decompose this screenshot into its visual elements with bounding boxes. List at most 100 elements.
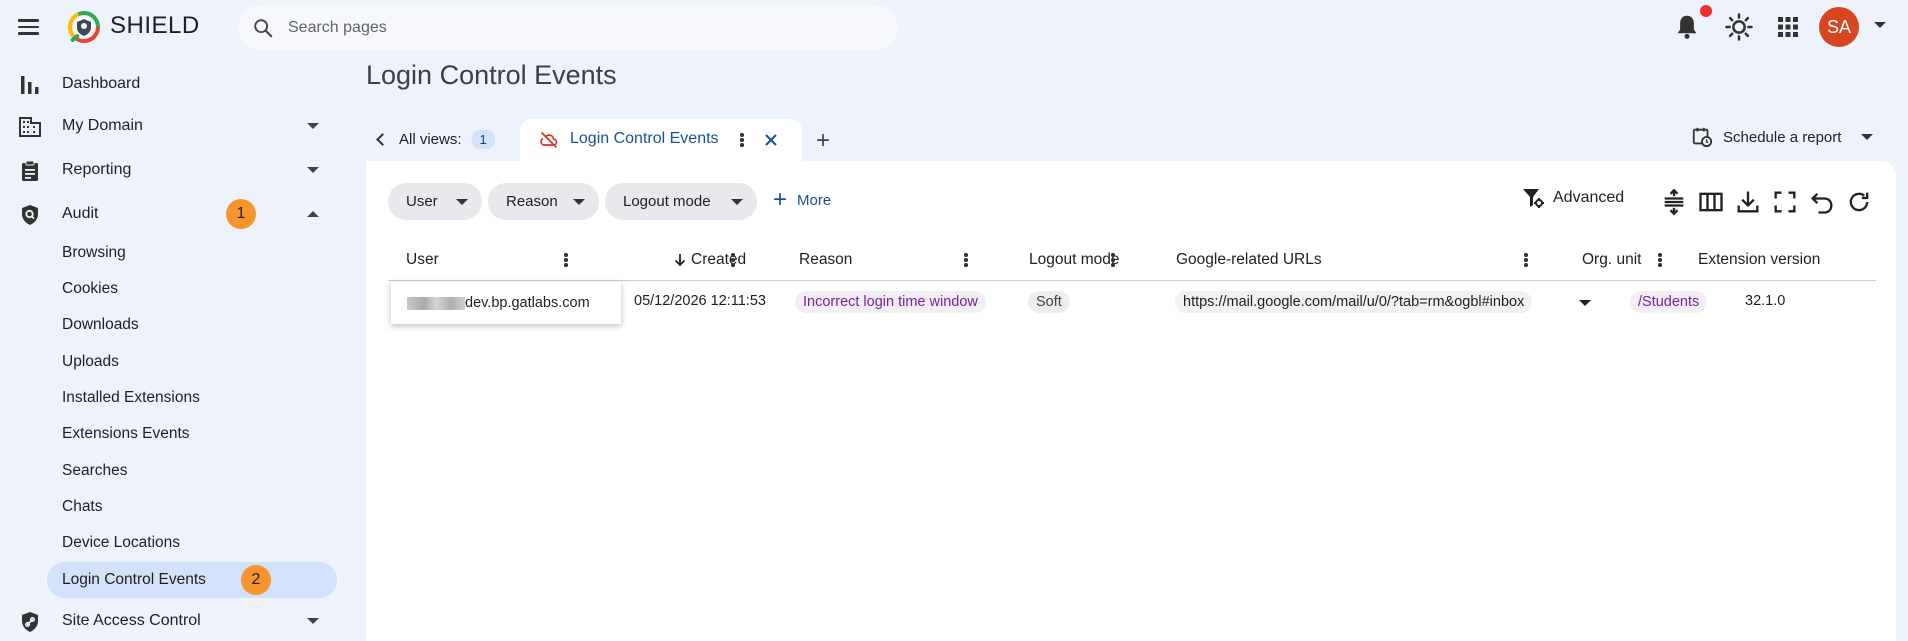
filter-user[interactable]: User — [388, 183, 482, 220]
search-bar[interactable] — [238, 5, 898, 50]
column-menu-icon[interactable] — [1111, 253, 1115, 267]
app-brand: SHIELD — [110, 12, 200, 39]
user-email-domain: dev.bp.gatlabs.com — [465, 295, 590, 311]
chevron-down-icon — [456, 199, 468, 205]
col-header-extension-version[interactable]: Extension version — [1698, 251, 1820, 269]
sidebar-subitem-uploads[interactable]: Uploads — [47, 344, 337, 380]
tab-login-control-events[interactable]: Login Control Events — [520, 119, 802, 161]
account-chevron-down-icon[interactable] — [1874, 22, 1886, 28]
column-menu-icon[interactable] — [964, 253, 968, 267]
cell-created: 05/12/2026 12:11:53 — [634, 293, 766, 309]
advanced-label: Advanced — [1553, 189, 1625, 206]
col-header-org-unit[interactable]: Org. unit — [1582, 251, 1641, 269]
column-menu-icon[interactable] — [731, 253, 735, 267]
step-badge: 2 — [241, 565, 271, 595]
sidebar-subitem-device-locations[interactable]: Device Locations — [47, 525, 337, 561]
sidebar-subitem-installed-extensions[interactable]: Installed Extensions — [47, 380, 337, 416]
top-bar: SHIELD SA — [0, 0, 1908, 54]
menu-icon[interactable] — [18, 14, 44, 40]
cell-user[interactable]: dev.bp.gatlabs.com — [391, 282, 621, 324]
expand-urls-icon[interactable] — [1579, 300, 1591, 306]
chevron-down-icon — [573, 199, 585, 205]
sidebar-subitem-browsing[interactable]: Browsing — [47, 235, 337, 271]
view-tabs: All views: 1 Login Control Events + Sche… — [366, 119, 1896, 161]
chevron-left-icon — [376, 132, 389, 146]
more-filters-button[interactable]: + More — [773, 186, 831, 213]
fullscreen-icon[interactable] — [1771, 188, 1799, 216]
chevron-down-icon — [731, 199, 743, 205]
cell-logout-mode-pill: Soft — [1028, 291, 1070, 313]
building-icon — [19, 117, 41, 137]
col-header-logout-mode[interactable]: Logout mode — [1029, 251, 1120, 269]
advanced-filter-button[interactable]: Advanced — [1521, 186, 1624, 210]
sort-down-arrow-icon[interactable] — [674, 253, 686, 267]
chevron-down-icon — [1861, 134, 1874, 140]
undo-icon[interactable] — [1808, 188, 1836, 216]
cloud-off-icon — [540, 131, 558, 149]
redacted-username — [407, 296, 465, 310]
density-icon[interactable] — [1660, 188, 1688, 216]
filter-logout-mode[interactable]: Logout mode — [605, 183, 757, 220]
sidebar-subitem-chats[interactable]: Chats — [47, 489, 337, 525]
columns-icon[interactable] — [1697, 188, 1725, 216]
calendar-clock-icon — [1692, 127, 1713, 148]
sidebar-subitem-searches[interactable]: Searches — [47, 453, 337, 489]
refresh-icon[interactable] — [1845, 188, 1873, 216]
all-views-count: 1 — [471, 129, 495, 149]
search-input[interactable] — [288, 5, 878, 50]
sidebar-item-label: Dashboard — [62, 75, 141, 92]
cell-extension-version: 32.1.0 — [1745, 293, 1786, 309]
shield-logo-icon — [68, 11, 100, 43]
sidebar-subitem-label: Device Locations — [62, 534, 181, 551]
col-header-created[interactable]: Created — [691, 251, 746, 269]
column-menu-icon[interactable] — [564, 253, 568, 267]
all-views-button[interactable]: All views: 1 — [376, 125, 495, 153]
sidebar-item-audit[interactable]: Audit 1 — [0, 194, 345, 234]
col-header-google-urls[interactable]: Google-related URLs — [1176, 251, 1322, 269]
theme-sun-icon[interactable] — [1724, 12, 1754, 42]
tab-label: Login Control Events — [570, 130, 719, 147]
sidebar-item-my-domain[interactable]: My Domain — [0, 106, 345, 146]
sidebar-subitem-label: Chats — [62, 498, 103, 515]
filter-settings-icon — [1523, 189, 1544, 208]
column-menu-icon[interactable] — [1524, 253, 1528, 267]
plus-icon: + — [773, 186, 788, 213]
sidebar-item-label: Site Access Control — [62, 612, 201, 629]
sidebar-subitem-cookies[interactable]: Cookies — [47, 271, 337, 307]
close-tab-icon[interactable] — [764, 133, 778, 147]
chevron-down-icon — [307, 167, 319, 173]
sidebar-subitem-login-control-events[interactable]: Login Control Events 2 — [47, 562, 337, 598]
col-header-user[interactable]: User — [406, 251, 439, 269]
sidebar-subitem-label: Downloads — [62, 316, 139, 333]
sidebar-subitem-label: Login Control Events — [62, 571, 206, 588]
sidebar-subitem-extensions-events[interactable]: Extensions Events — [47, 416, 337, 452]
sidebar-item-dashboard[interactable]: Dashboard — [0, 64, 345, 104]
sidebar-item-reporting[interactable]: Reporting — [0, 150, 345, 190]
sidebar-subitem-downloads[interactable]: Downloads — [47, 307, 337, 343]
clipboard-icon — [22, 160, 38, 181]
chevron-down-icon — [307, 123, 319, 129]
schedule-report-button[interactable]: Schedule a report — [1691, 126, 1874, 148]
all-views-label: All views: — [399, 130, 462, 148]
sidebar-subitem-label: Installed Extensions — [62, 389, 200, 406]
apps-grid-icon[interactable] — [1773, 12, 1803, 42]
filter-reason[interactable]: Reason — [488, 183, 599, 220]
page-title: Login Control Events — [366, 60, 617, 90]
cell-url-pill[interactable]: https://mail.google.com/mail/u/0/?tab=rm… — [1175, 291, 1533, 313]
chevron-down-icon — [307, 618, 319, 624]
shield-search-icon — [22, 205, 38, 225]
add-view-icon[interactable]: + — [816, 127, 830, 155]
sidebar-subitem-label: Searches — [62, 462, 128, 479]
schedule-report-label: Schedule a report — [1723, 128, 1842, 146]
search-icon — [254, 19, 273, 38]
sidebar-item-label: Reporting — [62, 161, 132, 178]
col-header-reason[interactable]: Reason — [799, 251, 852, 269]
column-menu-icon[interactable] — [1658, 253, 1662, 267]
tab-more-icon[interactable] — [740, 133, 744, 147]
notifications-bell-icon[interactable] — [1672, 12, 1702, 42]
sidebar-item-site-access-control[interactable]: Site Access Control — [0, 601, 345, 641]
sidebar-item-label: Audit — [62, 205, 99, 222]
sidebar-subitem-label: Uploads — [62, 353, 119, 370]
user-avatar[interactable]: SA — [1819, 7, 1859, 47]
download-icon[interactable] — [1734, 188, 1762, 216]
